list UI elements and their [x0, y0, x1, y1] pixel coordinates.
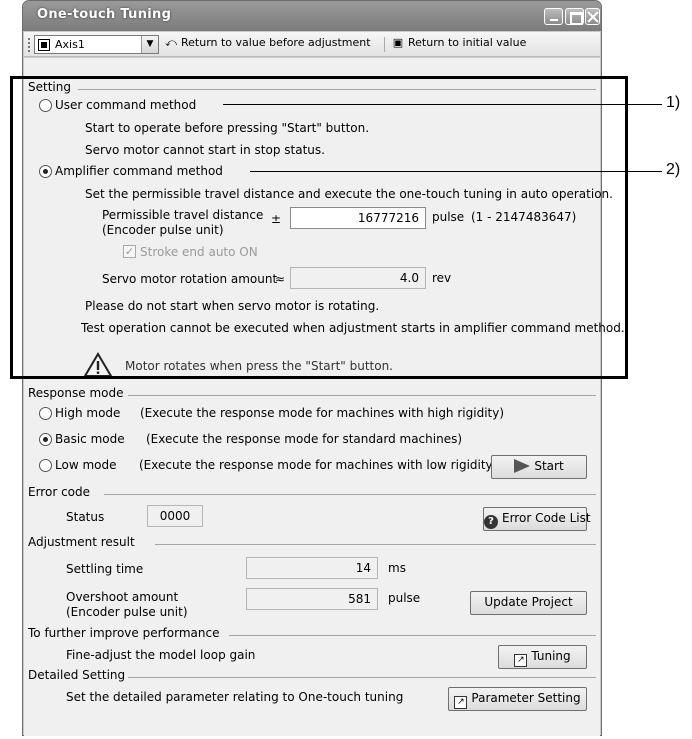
axis-square-icon: [38, 39, 50, 51]
basic-mode-desc: (Execute the response mode for standard …: [146, 432, 463, 446]
toolbar-separator: [384, 37, 385, 52]
error-code-section-title: Error code: [28, 485, 91, 499]
close-button[interactable]: [585, 8, 600, 25]
overshoot-sublabel: (Encoder pulse unit): [66, 605, 188, 619]
chevron-down-icon[interactable]: ▼: [141, 36, 158, 53]
callout-label-2: 2): [666, 161, 681, 178]
minimize-button[interactable]: [544, 8, 563, 25]
section-divider: [155, 544, 596, 545]
error-code-list-label: Error Code List: [502, 511, 591, 525]
tuning-button-label: Tuning: [531, 649, 571, 663]
basic-mode-radio[interactable]: [39, 433, 52, 446]
parameter-setting-label: Parameter Setting: [471, 691, 581, 705]
section-divider: [128, 677, 596, 678]
callout-line-2: [250, 171, 662, 172]
overshoot-unit: pulse: [388, 591, 421, 605]
section-divider: [229, 635, 596, 636]
settling-time-value: 14: [246, 557, 378, 579]
section-divider: [104, 494, 596, 495]
parameter-setting-button[interactable]: ↗ Parameter Setting: [448, 687, 587, 711]
toolbar-grip[interactable]: [28, 38, 30, 52]
callout-label-1: 1): [666, 94, 681, 111]
return-before-label: Return to value before adjustment: [181, 36, 371, 49]
basic-mode-label: Basic mode: [55, 432, 125, 446]
improve-section-title: To further improve performance: [28, 626, 220, 640]
status-value: 0000: [147, 505, 203, 527]
settling-time-label: Settling time: [66, 562, 144, 576]
response-mode-section-title: Response mode: [28, 386, 124, 400]
start-button-label: Start: [534, 459, 564, 473]
low-mode-desc: (Execute the response mode for machines …: [139, 458, 498, 472]
start-button[interactable]: Start: [491, 455, 587, 479]
return-before-adjustment-button[interactable]: ⤺ Return to value before adjustment: [163, 36, 371, 54]
detailed-setting-text: Set the detailed parameter relating to O…: [66, 690, 404, 704]
status-label: Status: [66, 510, 105, 524]
section-divider: [128, 395, 596, 396]
open-window-icon: ↗: [454, 696, 468, 709]
axis-select[interactable]: Axis1 ▼: [34, 35, 159, 54]
tuning-button[interactable]: ↗ Tuning: [498, 645, 587, 669]
high-mode-label: High mode: [55, 406, 121, 420]
play-icon: [514, 459, 531, 473]
improve-text: Fine-adjust the model loop gain: [66, 648, 256, 662]
return-initial-value-button[interactable]: ▣ Return to initial value: [390, 36, 527, 54]
open-window-icon: ↗: [514, 654, 528, 667]
low-mode-radio[interactable]: [39, 459, 52, 472]
low-mode-label: Low mode: [55, 458, 117, 472]
help-icon: ?: [484, 515, 498, 529]
toolbar: Axis1 ▼ ⤺ Return to value before adjustme…: [24, 32, 600, 57]
window-title: One-touch Tuning: [37, 7, 172, 22]
axis-select-value: Axis1: [55, 38, 85, 51]
return-initial-label: Return to initial value: [408, 36, 527, 49]
overshoot-label: Overshoot amount: [66, 590, 179, 604]
adjustment-result-section-title: Adjustment result: [28, 535, 135, 549]
setting-highlight-box: [10, 76, 628, 379]
maximize-button[interactable]: [565, 8, 584, 25]
document-reset-icon: ▣: [392, 36, 404, 49]
update-project-button[interactable]: Update Project: [470, 591, 587, 615]
overshoot-value: 581: [246, 588, 378, 610]
settling-time-unit: ms: [388, 561, 406, 575]
high-mode-radio[interactable]: [39, 407, 52, 420]
callout-line-1: [223, 104, 662, 105]
title-bar: One-touch Tuning: [23, 1, 601, 31]
high-mode-desc: (Execute the response mode for machines …: [140, 406, 505, 420]
detailed-setting-section-title: Detailed Setting: [28, 668, 126, 682]
error-code-list-button[interactable]: ? Error Code List: [483, 507, 591, 531]
return-arrow-icon: ⤺: [165, 36, 177, 49]
